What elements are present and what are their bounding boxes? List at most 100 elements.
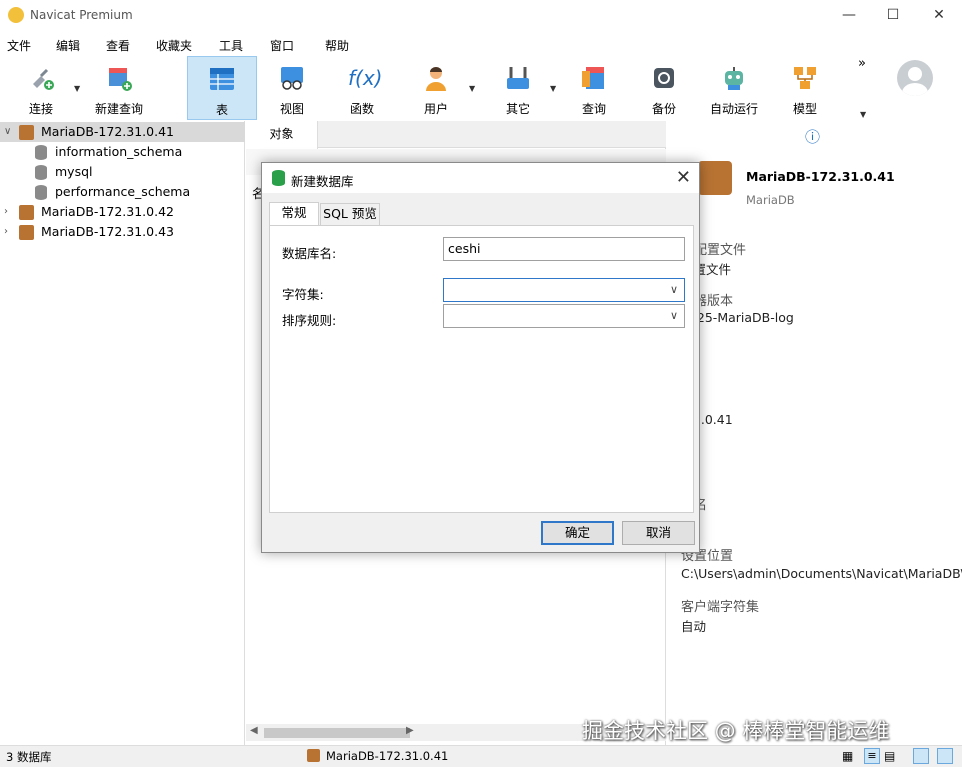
db-name-input[interactable]: ceshi [443, 237, 685, 261]
tree-item-label: MariaDB-172.31.0.43 [41, 224, 174, 239]
function-label: 函数 [349, 102, 374, 116]
tree-connection-3[interactable]: › MariaDB-172.31.0.43 [0, 222, 245, 242]
scrollbar-thumb[interactable] [264, 728, 410, 738]
title-bar: Navicat Premium — ☐ ✕ [0, 0, 962, 32]
tab-general[interactable]: 常规 [269, 202, 319, 225]
connection-tree: ∨ MariaDB-172.31.0.41 information_schema… [0, 121, 245, 745]
database-icon [272, 170, 285, 186]
detail-view-icon[interactable]: ▤ [884, 749, 895, 763]
charset-label: 字符集: [282, 287, 324, 302]
status-bar: 3 数据库 MariaDB-172.31.0.41 ▦ ≡ ▤ [0, 745, 962, 767]
tree-connection-1[interactable]: ∨ MariaDB-172.31.0.41 [0, 122, 245, 142]
connect-label: 连接 [28, 102, 53, 116]
model-button[interactable]: 模型 [775, 56, 835, 120]
tree-db-performance-schema[interactable]: performance_schema [0, 182, 245, 202]
table-button[interactable]: 表 [187, 56, 257, 120]
tree-connection-2[interactable]: › MariaDB-172.31.0.42 [0, 202, 245, 222]
model-label: 模型 [792, 102, 817, 116]
backup-button[interactable]: 备份 [634, 56, 694, 120]
user-icon [426, 67, 446, 91]
dialog-close-icon[interactable]: ✕ [676, 167, 691, 188]
mariadb-icon [19, 205, 34, 220]
collation-select[interactable]: ∨ [443, 304, 685, 328]
toolbar-dropdown-icon[interactable]: ▼ [860, 110, 866, 119]
view-icon [281, 67, 303, 90]
menu-window[interactable]: 窗口 [270, 37, 294, 54]
menu-view[interactable]: 查看 [106, 37, 130, 54]
database-icon [35, 185, 47, 200]
backup-label: 备份 [651, 102, 676, 116]
expand-icon[interactable]: › [4, 222, 8, 242]
automation-button[interactable]: 自动运行 [703, 56, 765, 120]
charset-select[interactable]: ∨ [443, 278, 685, 302]
database-icon [35, 165, 47, 180]
list-view-icon[interactable]: ≡ [864, 748, 880, 764]
connect-button[interactable]: 连接 [10, 56, 72, 120]
menu-edit[interactable]: 编辑 [56, 37, 80, 54]
menu-bar: 文件 编辑 查看 收藏夹 工具 窗口 帮助 [0, 33, 962, 55]
toolbar-overflow-button[interactable]: » [858, 56, 866, 71]
main-toolbar: 连接 ▼ 新建查询 表 视图 f(x) 函数 用户 ▼ 其它 ▼ 查询 备份 自… [0, 56, 962, 120]
tab-sql-preview[interactable]: SQL 预览 [320, 203, 380, 225]
ok-button[interactable]: 确定 [541, 521, 614, 545]
avatar[interactable] [897, 60, 933, 96]
tree-item-label: MariaDB-172.31.0.41 [41, 124, 174, 139]
info-value: C:\Users\admin\Documents\Navicat\MariaDB… [681, 566, 962, 581]
new-database-dialog: 新建数据库 ✕ 常规 SQL 预览 数据库名: ceshi 字符集: ∨ 排序规… [261, 162, 700, 553]
new-query-icon [109, 68, 132, 91]
table-icon [210, 68, 234, 90]
tab-bar: 对象 [246, 121, 666, 149]
database-icon [35, 145, 47, 160]
robot-icon [725, 67, 743, 90]
dialog-title: 新建数据库 [291, 174, 354, 189]
user-dropdown-icon[interactable]: ▼ [469, 84, 475, 93]
model-icon [794, 67, 816, 89]
menu-favorites[interactable]: 收藏夹 [156, 37, 192, 54]
other-button[interactable]: 其它 [488, 56, 548, 120]
menu-tools[interactable]: 工具 [219, 37, 243, 54]
function-button[interactable]: f(x) 函数 [332, 56, 392, 120]
menu-file[interactable]: 文件 [7, 37, 31, 54]
new-query-button[interactable]: 新建查询 [88, 56, 150, 120]
new-query-label: 新建查询 [94, 102, 143, 116]
chevron-down-icon: ∨ [669, 309, 678, 322]
cancel-button[interactable]: 取消 [622, 521, 695, 545]
tab-objects[interactable]: 对象 [246, 121, 318, 149]
toggle-left-pane-icon[interactable] [913, 748, 929, 764]
mariadb-icon [19, 125, 34, 140]
dialog-title-bar: 新建数据库 ✕ [262, 163, 699, 193]
other-label: 其它 [505, 102, 530, 116]
toggle-right-pane-icon[interactable] [937, 748, 953, 764]
grid-view-icon[interactable]: ▦ [842, 749, 853, 763]
tree-db-mysql[interactable]: mysql [0, 162, 245, 182]
tools-icon [507, 67, 529, 89]
backup-icon [654, 68, 674, 88]
chevron-down-icon: ∨ [669, 283, 678, 296]
other-dropdown-icon[interactable]: ▼ [550, 84, 556, 93]
db-name-label: 数据库名: [282, 246, 337, 261]
collapse-icon[interactable]: ∨ [4, 122, 11, 142]
connection-name: MariaDB-172.31.0.41 [746, 169, 895, 184]
view-button[interactable]: 视图 [262, 56, 322, 120]
connect-dropdown-icon[interactable]: ▼ [74, 84, 80, 93]
expand-icon[interactable]: › [4, 202, 8, 222]
scroll-right-icon[interactable]: ▶ [406, 725, 414, 736]
automation-label: 自动运行 [709, 102, 758, 116]
function-icon: f(x) [348, 66, 383, 90]
navicat-logo-icon [8, 7, 24, 23]
maximize-button[interactable]: ☐ [870, 0, 916, 31]
mariadb-icon [307, 749, 320, 762]
mariadb-seal-icon [698, 161, 732, 195]
tree-item-label: MariaDB-172.31.0.42 [41, 204, 174, 219]
window-title: Navicat Premium [30, 8, 133, 22]
minimize-button[interactable]: — [826, 0, 872, 31]
menu-help[interactable]: 帮助 [325, 37, 349, 54]
query-button[interactable]: 查询 [564, 56, 624, 120]
user-button[interactable]: 用户 [406, 56, 466, 120]
tree-db-information-schema[interactable]: information_schema [0, 142, 245, 162]
info-icon[interactable]: ⓘ [805, 126, 820, 147]
collation-label: 排序规则: [282, 313, 337, 328]
tree-item-label: information_schema [55, 144, 183, 159]
close-button[interactable]: ✕ [916, 0, 962, 31]
scroll-left-icon[interactable]: ◀ [250, 725, 258, 736]
